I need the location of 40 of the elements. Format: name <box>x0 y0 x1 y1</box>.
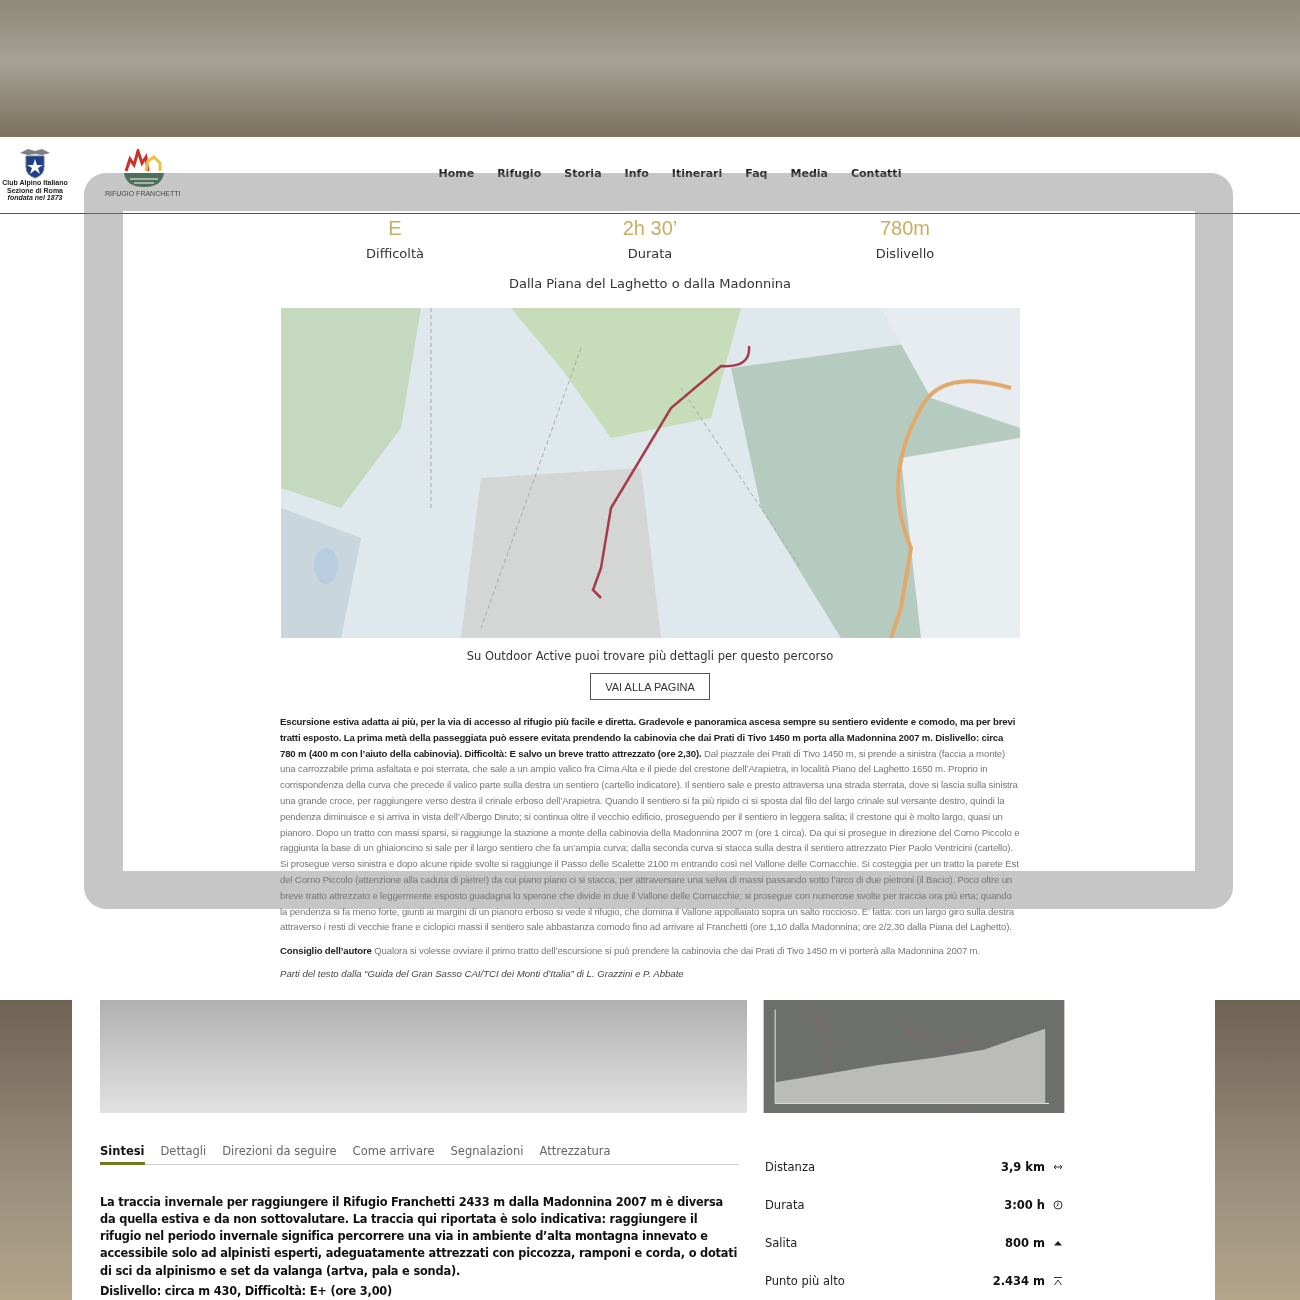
stat-value: 2h 30’ <box>622 217 678 241</box>
nav-link[interactable]: Storia <box>564 167 602 180</box>
tab[interactable]: Sintesi <box>100 1143 145 1165</box>
nav-link[interactable]: Home <box>438 167 475 180</box>
fact-label: Salita <box>765 1236 799 1250</box>
fact-value: 3,9 km <box>1001 1160 1045 1174</box>
stat-label: Difficoltà <box>366 246 424 261</box>
summary-text: La traccia invernale per raggiungere il Rifugio Franchetti 2433 m dalla Madonnina 2007 m è diversa da quella estiva e da non sottovalutare. La traccia qui riportata è solo indicativa: raggiungere il rifugio nel periodo invernale significa percorrere una via in ambiente d’alta montagna innevato e accessibile solo ad alpinisti esperti, adeguatamente attrezzati con piccozza, ramponi e corda, o dotati di sci da alpinismo e set da valanga (artva, pala e sonda). <box>100 1193 739 1280</box>
fact-label: Durata <box>765 1198 806 1212</box>
tab[interactable]: Come arrivare <box>352 1143 435 1165</box>
stat-label: Durata <box>627 246 673 261</box>
clock-icon <box>1053 1200 1063 1210</box>
nav-link[interactable]: Media <box>790 167 828 180</box>
stat-value: 780m <box>880 217 930 241</box>
nav-link[interactable]: Contatti <box>850 167 902 180</box>
stat-label: Dislivello <box>875 246 935 261</box>
fact-label: Punto più alto <box>765 1274 846 1288</box>
club-logo-icon <box>18 147 52 179</box>
map-caption: Su Outdoor Active puoi trovare più dettagli per questo percorso <box>466 649 834 663</box>
text-credit: Parti del testo dalla “Guida del Gran Sasso CAI/TCI dei Monti d’Italia” di L. Grazzini e P. Abbate <box>280 967 685 979</box>
route-title: Dalla Piana del Laghetto o dalla Madonnina <box>508 276 792 291</box>
route-description: Escursione estiva adatta ai più, per la via di accesso al rifugio più facile e diretta. Gradevole e panoramica ascesa sempre su sentiero evidente e comodo, ma per brevi tratti esposto. La prima metà della passeggiata può essere evitata prendendo la cabinovia che dai Prati di Tivo 1450 m porta alla Madonnina 2007 m. Dislivello: circa 780 m (400 m con l’aiuto della cabinovia). Difficoltà: E salvo un breve tratto attrezzato (ore 2,30). Dal piazzale dei Prati di Tivo 1450 m, si prende a sinistra (faccia a monte) una carrozzabile prima asfaltata e poi sterrata, che sale a un ampio valico fra Cima Alta e il piede del crestone dell’Arapietra, in località Piano del Laghetto 1650 m. Proprio in corrispondenza della curva che precede il valico parte sulla destra un sentiero (cartello indicatore). Il sentiero sale e presto attraversa una strada sterrata, dove si lascia sulla sinistra una grande croce, per raggiungere verso destra il crinale erboso dell’Arapietra. Quando il sentiero si fa più ripido ci si sposta dal filo del largo crinale sul versante destro, quindi la pendenza diminuisce e si arriva in vista dell’Albergo Diruto; si continua oltre il vecchio edificio, proseguendo per il sentiero in leggera salita; il crestone qui è molto largo, quasi un pianoro. Dopo un tratto con massi sparsi, si raggiunge la stazione a monte della cabinovia della Madonnina 2007 m (ore 1 circa). Da qui si prosegue in direzione del Corno Piccolo e raggiunta la base di un ghiaioncino si sale per il largo sentiero che fa un’ampia curva; dalla seconda curva si stacca sulla destra il sentiero attrezzato Pier Paolo Ventricini (cartello). Si prosegue verso sinistra e dopo alcune ripide svolte si raggiunge il Passo delle Scalette 2100 m entrando così nel Vallone delle Cornacchie. Si costeggia per un tratto la parete Est del Corno Piccolo (attenzione alla caduta di pietre!) da cui piano piano ci si stacca, per attraversare una selva di massi passando sotto l’arco di due pietroni (il Bacio). Poco oltre un breve tratto attrezzato e leggermente esposto guadagna lo sperone che divide in due il Vallone delle Cornacchie; si prosegue con numerose svolte per traccia ora più erta; quando la pendenza si fa meno forte, giunti ai margini di un pianoro erboso si vede il rifugio, che domina il Vallone appollaiato sopra un salto roccioso. E’ fatta: con un largo giro sulla destra attraverso i resti di vecchie frane e ciclopici massi il sentiero sale abbastanza comodo fino ad arrivare al Franchetti (ore 1,10 dalla Madonnina; ore 2/2,30 dalla Piana del Laghetto). <box>280 715 1020 935</box>
page-button[interactable]: VAI ALLA PAGINA <box>590 673 710 700</box>
stat-value: E <box>388 217 402 241</box>
nav-link[interactable]: Info <box>624 167 649 180</box>
tab[interactable]: Dettagli <box>160 1143 207 1165</box>
nav-link[interactable]: Faq <box>745 167 768 180</box>
tab[interactable]: Direzioni da seguire <box>222 1143 337 1165</box>
nav-link[interactable]: Rifugio <box>497 167 542 180</box>
summary-text: Dislivello: circa m 430, Difficoltà: E+ (ore 3,00) <box>100 1282 394 1300</box>
tab[interactable]: Segnalazioni <box>450 1143 524 1165</box>
author-tip: Consiglio dell’autore Qualora si volesse ovviare il primo tratto dell’escursione si può prendere la cabinovia che dai Prati di Tivo 1450 m vi porterà alla Madonnina 2007 m. <box>280 944 981 959</box>
nav-link[interactable]: Itinerari <box>671 167 723 180</box>
fact-value: 3:00 h <box>1004 1198 1045 1212</box>
fact-value: 2.434 m <box>992 1274 1045 1288</box>
fact-label: Distanza <box>765 1160 816 1174</box>
horizontal-arrows-icon <box>1053 1162 1063 1172</box>
summit-icon <box>1053 1276 1063 1286</box>
fact-value: 800 m <box>1005 1236 1045 1250</box>
tab[interactable]: Attrezzatura <box>539 1143 611 1165</box>
